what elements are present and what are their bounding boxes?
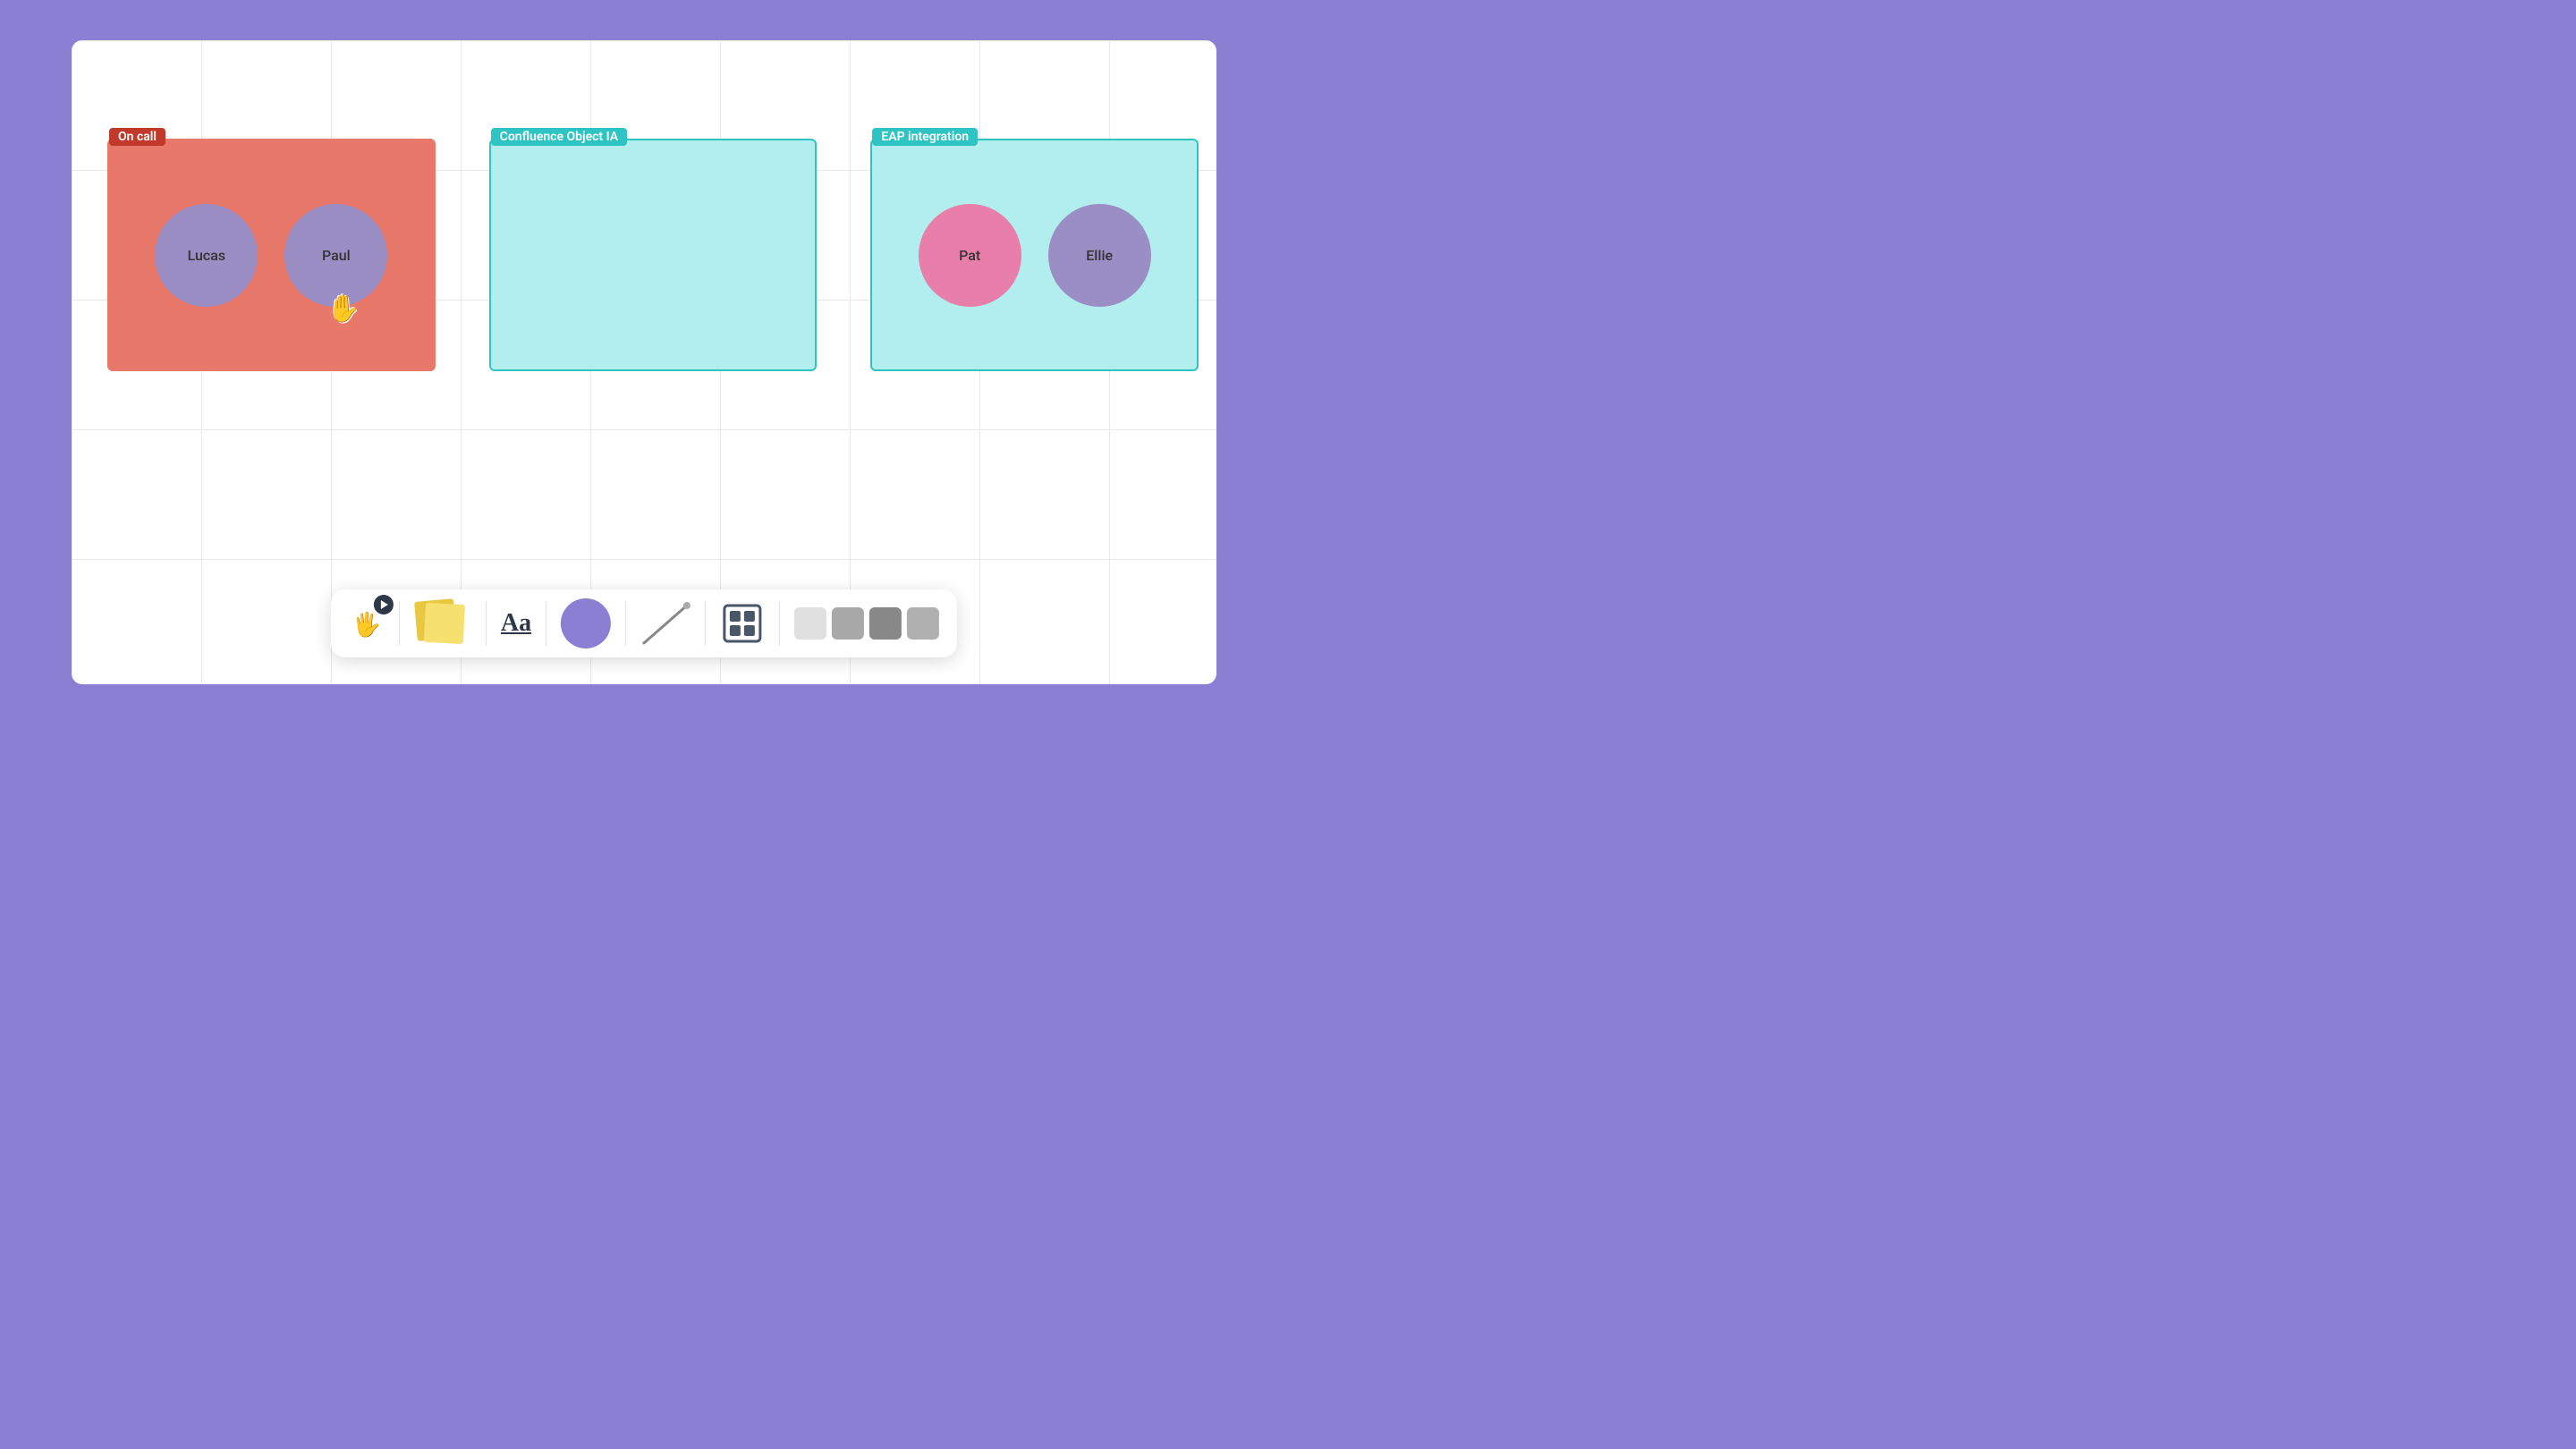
toolbar-divider-2: [486, 601, 487, 646]
color-swatch-light[interactable]: [794, 607, 826, 640]
play-button[interactable]: [374, 595, 394, 614]
card-eap-label: EAP integration: [872, 128, 978, 146]
toolbar-frame-section[interactable]: [713, 597, 772, 649]
toolbar-shape-section[interactable]: [554, 595, 618, 652]
toolbar-hand-section[interactable]: 🖐: [342, 597, 392, 650]
card-on-call-label: On call: [109, 128, 165, 146]
card-on-call[interactable]: On call Lucas Paul ✋: [107, 139, 436, 371]
toolbar-text-section[interactable]: Aa: [494, 606, 538, 641]
card-confluence-label: Confluence Object IA: [491, 128, 627, 146]
color-swatch-dark[interactable]: [869, 607, 902, 640]
canvas-container: On call Lucas Paul ✋ Confluence Object I…: [72, 40, 1216, 684]
person-lucas[interactable]: Lucas: [155, 204, 258, 307]
person-paul[interactable]: Paul ✋: [284, 204, 387, 307]
person-ellie[interactable]: Ellie: [1048, 204, 1151, 307]
card-on-call-circles: Lucas Paul ✋: [109, 140, 434, 369]
toolbar-divider-6: [779, 601, 780, 646]
sticky-notes-icon[interactable]: [414, 598, 471, 648]
card-confluence[interactable]: Confluence Object IA: [489, 139, 818, 371]
grab-cursor-icon: ✋: [327, 293, 360, 325]
toolbar-divider-1: [399, 601, 400, 646]
color-swatch-medium[interactable]: [832, 607, 864, 640]
canvas-area: On call Lucas Paul ✋ Confluence Object I…: [72, 40, 1216, 684]
sticky-note-front: [424, 603, 465, 644]
text-tool-icon[interactable]: Aa: [501, 609, 531, 638]
color-swatch-gray[interactable]: [907, 607, 939, 640]
card-confluence-circles: [491, 140, 816, 369]
card-eap-circles: Pat Ellie: [872, 140, 1197, 369]
person-pat[interactable]: Pat: [919, 204, 1021, 307]
card-eap[interactable]: EAP integration Pat Ellie: [870, 139, 1199, 371]
toolbar-divider-5: [705, 601, 706, 646]
line-tool-icon[interactable]: [640, 598, 691, 648]
toolbar-sticky-section[interactable]: [407, 595, 479, 652]
hand-tool-icon[interactable]: 🖐: [352, 612, 381, 639]
toolbar-line-section[interactable]: [633, 595, 698, 652]
toolbar: 🖐 Aa: [331, 589, 957, 657]
frame-tool-icon[interactable]: [720, 601, 765, 646]
toolbar-colors-section: [787, 604, 946, 643]
toolbar-divider-4: [625, 601, 626, 646]
cards-row: On call Lucas Paul ✋ Confluence Object I…: [107, 139, 1199, 371]
toolbar-divider-3: [546, 601, 547, 646]
shape-tool-icon[interactable]: [561, 598, 611, 648]
